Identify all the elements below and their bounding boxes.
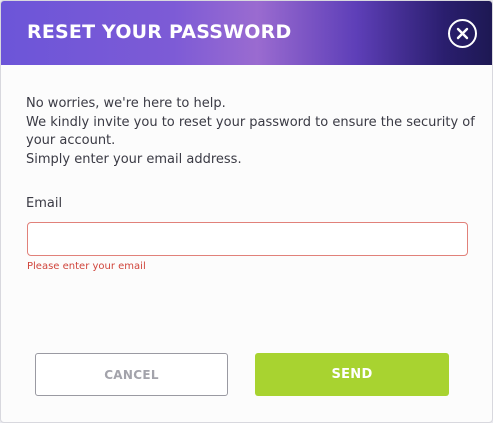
intro-line: No worries, we're here to help. — [26, 96, 226, 111]
intro-text: No worries, we're here to help. We kindl… — [26, 95, 476, 169]
email-field[interactable] — [27, 222, 468, 256]
dialog-header: RESET YOUR PASSWORD — [1, 1, 492, 65]
cancel-button[interactable]: CANCEL — [35, 353, 228, 396]
intro-line: Simply enter your email address. — [26, 151, 242, 167]
email-label: Email — [26, 196, 63, 211]
reset-password-dialog: RESET YOUR PASSWORD No worries, we're he… — [0, 0, 493, 423]
close-icon — [456, 27, 469, 40]
email-error-message: Please enter your email — [27, 261, 146, 272]
dialog-title: RESET YOUR PASSWORD — [27, 21, 292, 43]
close-button[interactable] — [448, 19, 477, 48]
send-button[interactable]: SEND — [255, 353, 449, 396]
intro-line: We kindly invite you to reset your passw… — [26, 114, 475, 149]
